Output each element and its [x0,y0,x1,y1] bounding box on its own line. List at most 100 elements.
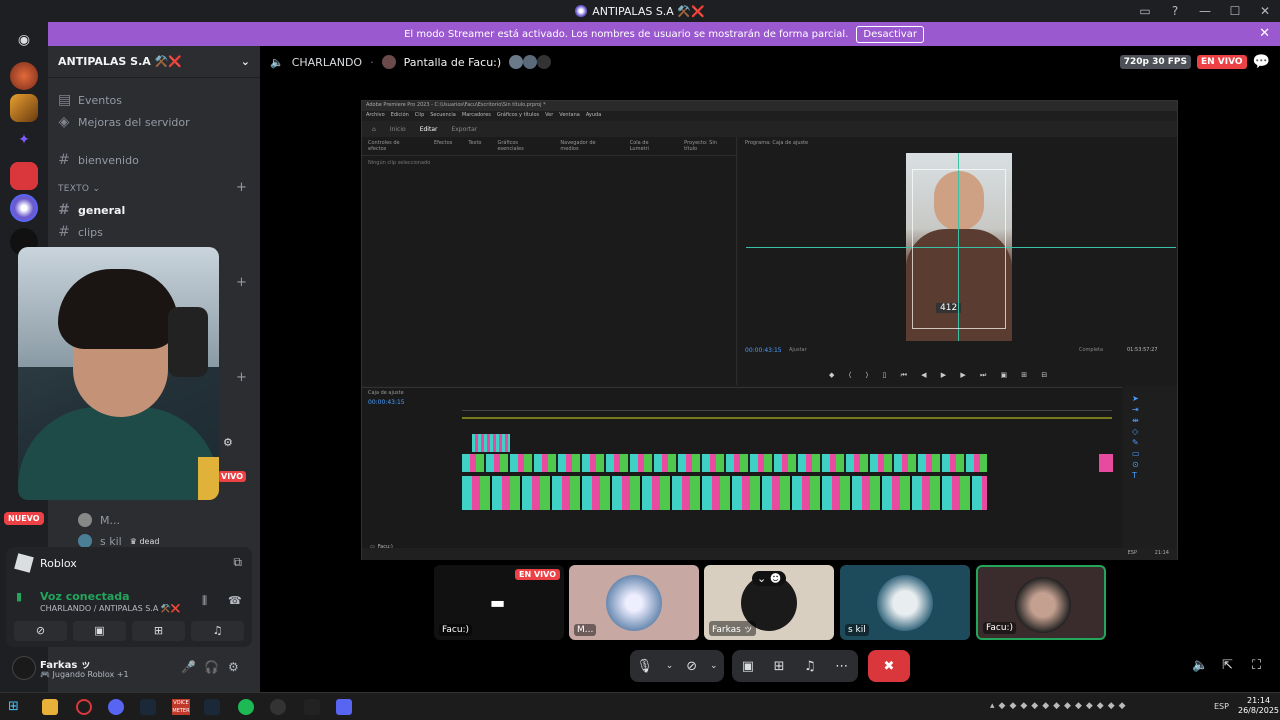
close-button[interactable]: ✕ [1250,4,1280,18]
roblox-icon [14,553,34,573]
steam-icon[interactable] [204,699,220,715]
server-icon[interactable]: ✦ [10,126,38,154]
webcam-preview[interactable] [18,247,219,500]
system-tray-icons[interactable]: ▴◆◆◆◆◆◆◆◆◆◆◆◆ [990,701,1130,711]
participant-tile-stream[interactable]: ▬ EN VIVO Facu:) [434,565,564,640]
camera-off-icon[interactable]: ⊘ [14,621,67,641]
participant-tile-speaking[interactable]: Facu:) [976,565,1106,640]
voice-channel[interactable]: CHARLANDO / ANTIPALAS S.A ⚒️❌ [40,604,181,613]
channel-general[interactable]: # general [58,202,125,218]
voice-member[interactable]: M... [58,513,120,527]
program-monitor: Programa: Caja de ajuste 412 00:00:43:15… [739,137,1177,385]
work-area-bar [462,417,1112,419]
minimize-button[interactable]: — [1190,4,1220,18]
app-icon[interactable] [304,699,320,715]
server-icon[interactable] [10,94,38,122]
disconnect-button[interactable]: ✖ [868,650,910,682]
activities-icon[interactable]: ⊞ [774,659,785,674]
screen-share-icon[interactable]: ▣ [73,621,126,641]
menu-item: Marcadores [461,112,491,118]
help-icon[interactable]: ? [1160,4,1190,18]
panel-tab: Efectos [433,140,453,146]
spotify-icon[interactable] [238,699,254,715]
server-header[interactable]: ANTIPALAS S.A ⚒️❌ ⌄ [48,46,260,78]
clock-time: 21:14 [1246,696,1271,705]
stage-header: 🔈 CHARLANDO · Pantalla de Facu:) 720p 30… [260,46,1280,78]
start-icon[interactable]: ⊞ [8,699,24,715]
sidebar-item-events[interactable]: ▤ Eventos [58,92,122,108]
add-channel-icon[interactable]: + [236,180,247,195]
more-icon[interactable]: ⋯ [835,659,848,674]
stream-settings-icons[interactable]: ⚙ [223,436,233,449]
discord-icon[interactable] [108,699,124,715]
discord-home-icon[interactable]: ◉ [10,26,38,54]
clock[interactable]: 21:14 26/8/2025 [1238,696,1279,716]
channel-clips[interactable]: # clips [58,224,103,240]
participant-tiles: ▬ EN VIVO Facu:) M... ⌄ ☻ Farkas ッ s kil… [434,565,1106,640]
avatar[interactable] [12,656,36,680]
webcam-object [198,457,219,500]
participant-tile[interactable]: s kil [840,565,970,640]
microphone-icon[interactable]: 🎙 [636,659,653,674]
menu-item: Clip [414,112,425,118]
pop-out-icon[interactable]: ⇱ [1222,658,1233,673]
maximize-button[interactable]: ☐ [1220,4,1250,18]
chat-icon[interactable]: 💬 [1253,54,1270,70]
add-channel-icon[interactable]: + [236,370,247,385]
viewer-avatar [523,55,538,69]
webcam-shirt [18,407,219,500]
activities-icon[interactable]: ⊞ [132,621,185,641]
inbox-icon[interactable]: ▭ [1130,4,1160,18]
username[interactable]: Farkas ッ [40,656,91,671]
fullscreen-icon[interactable]: ⛶ [1252,658,1261,673]
deactivate-button[interactable]: Desactivar [856,25,924,43]
avatar [877,575,933,631]
no-clip-text: Ningún clip seleccionado [368,160,431,166]
language-indicator[interactable]: ESP [1214,702,1229,711]
category-text[interactable]: TEXTO ⌄ [58,184,100,194]
premiere-menu: Archivo Edición Clip Secuencia Marcadore… [362,111,1177,121]
camera-off-icon[interactable]: ⊘ [686,659,697,674]
timeline-panel: Caja de ajuste 00:00:43:15 ▭ Facu:) [362,387,1122,550]
settings-icon[interactable]: ⚙ [228,660,239,674]
noise-suppression-icon[interactable]: ⫼ [202,594,207,608]
category-label: TEXTO [58,184,90,194]
mute-icon[interactable]: 🎤 [181,660,196,674]
soundboard-icon[interactable]: ♫ [804,659,816,674]
voice-channel-name[interactable]: CHARLANDO [292,56,362,69]
screen-share-icon[interactable]: ▣ [742,659,754,674]
server-icon[interactable] [10,62,38,90]
server-icon-active[interactable] [10,194,38,222]
disconnect-icon[interactable]: ☎ [228,594,242,607]
voicemeeter-icon[interactable]: VOICE METER [172,699,190,715]
close-banner-icon[interactable]: ✕ [1259,26,1270,41]
opera-icon[interactable] [76,699,92,715]
sidebar-item-boosts[interactable]: ◈ Mejoras del servidor [58,114,190,130]
soundboard-icon[interactable]: ♫ [191,621,244,641]
sequence-name: Caja de ajuste [368,390,404,396]
participant-tile[interactable]: ⌄ ☻ Farkas ッ [704,565,834,640]
add-channel-icon[interactable]: + [236,275,247,290]
obs-icon[interactable] [270,699,286,715]
participant-tile[interactable]: M... [569,565,699,640]
steam-icon[interactable] [140,699,156,715]
file-explorer-icon[interactable] [42,699,58,715]
app-icon[interactable] [336,699,352,715]
safe-margin [912,169,1006,329]
channel-bienvenido[interactable]: # bienvenido [58,152,139,168]
panel-tab: Controles de efectos [368,140,400,152]
voice-member[interactable]: s kil ♛ dead [58,534,159,548]
volume-icon[interactable]: 🔈 [1192,658,1208,673]
chevron-down-icon[interactable]: ⌄ [710,661,718,671]
menu-item: Secuencia [430,112,456,118]
activity-row[interactable]: Roblox [14,553,77,573]
activity-share-icon[interactable]: ⧉ [233,555,242,570]
server-icon[interactable] [10,162,38,190]
chevron-down-icon[interactable]: ⌄ [666,661,674,671]
headphones-icon[interactable]: 🎧 [204,660,219,674]
avatar [78,513,92,527]
voice-status[interactable]: Voz conectada [40,590,130,603]
panel-tab: Texto [468,140,482,146]
screen-share-video[interactable]: Adobe Premiere Pro 2023 - C:\Usuarios\Fa… [361,100,1178,560]
shared-taskbar: ESP 21:14 [362,548,1177,560]
